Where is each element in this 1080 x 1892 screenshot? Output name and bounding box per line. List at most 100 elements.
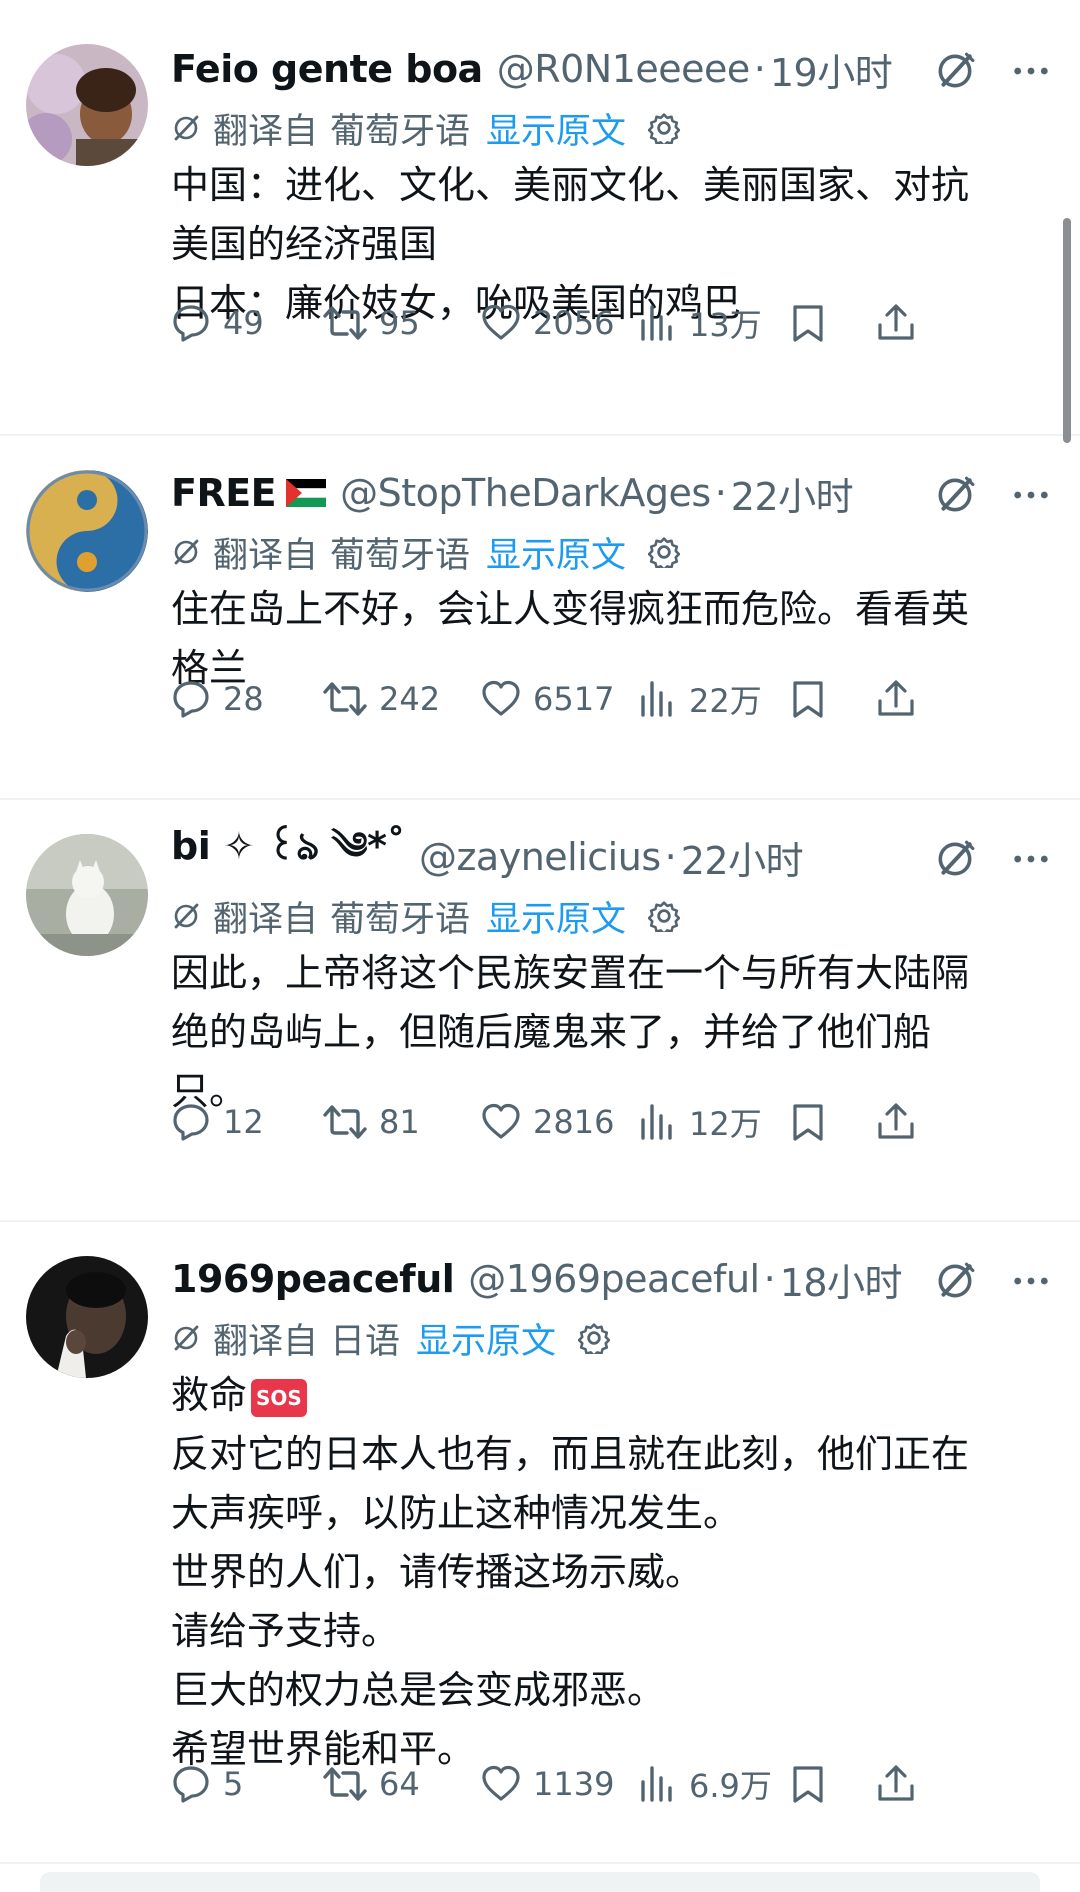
separator-dot: ·: [664, 835, 677, 879]
retweet-count: 81: [379, 1103, 420, 1141]
heart-icon: [481, 1102, 521, 1142]
translated-from-label: 翻译自: [213, 1321, 319, 1362]
share-icon: [876, 1102, 916, 1142]
grok-icon[interactable]: [934, 474, 976, 516]
heart-icon: [481, 679, 521, 719]
separator-dot: ·: [714, 471, 727, 515]
share-icon: [876, 1764, 916, 1804]
user-handle[interactable]: @1969peaceful: [468, 1257, 760, 1301]
translation-notice: 翻译自 日语 显示原文: [171, 1312, 610, 1364]
avatar[interactable]: [26, 470, 148, 592]
retweet-button[interactable]: 64: [323, 1754, 420, 1814]
show-original-link[interactable]: 显示原文: [486, 527, 626, 578]
retweet-button[interactable]: 242: [323, 669, 440, 729]
gear-icon[interactable]: [648, 536, 680, 568]
text-line: 住在岛上不好，会让人变得疯狂而危险。看看英: [171, 587, 970, 631]
bookmark-button[interactable]: [790, 1092, 826, 1152]
tweet[interactable]: 1969peaceful @1969peaceful · 18小时 翻译自 日语…: [0, 1222, 1080, 1862]
palestine-flag-icon: [286, 479, 327, 507]
timestamp[interactable]: 18小时: [780, 1252, 903, 1307]
retweet-count: 242: [379, 680, 441, 718]
text-line: 世界的人们，请传播这场示威。: [171, 1550, 704, 1594]
share-button[interactable]: [876, 1754, 916, 1814]
gear-icon[interactable]: [648, 112, 680, 144]
tweet[interactable]: bi ✧ ꒰ঌ ༄*˚ @zaynelicius · 22小时 翻译自 葡萄牙语…: [0, 800, 1080, 1220]
share-button[interactable]: [876, 669, 916, 729]
more-options-icon[interactable]: [1012, 1275, 1050, 1287]
translate-icon: [171, 901, 201, 931]
views-icon: [637, 1764, 677, 1804]
text-line: 绝的岛屿上，但随后魔鬼来了，并给了他们船: [171, 1010, 932, 1054]
like-button[interactable]: 6517: [481, 669, 614, 729]
user-handle[interactable]: @R0N1eeeee: [497, 47, 751, 91]
timestamp[interactable]: 22小时: [731, 466, 854, 521]
like-button[interactable]: 2816: [481, 1092, 614, 1152]
timestamp[interactable]: 22小时: [681, 830, 804, 885]
avatar[interactable]: [26, 1256, 148, 1378]
action-bar: 49 95 2056 13万: [171, 293, 1050, 353]
display-name[interactable]: FREE: [171, 471, 277, 515]
show-original-link[interactable]: 显示原文: [486, 103, 626, 154]
share-button[interactable]: [876, 293, 916, 353]
avatar[interactable]: [26, 44, 148, 166]
display-name[interactable]: Feio gente boa: [171, 47, 483, 91]
retweet-icon: [323, 303, 367, 343]
reply-icon: [171, 679, 211, 719]
grok-icon[interactable]: [934, 838, 976, 880]
display-name[interactable]: 1969peaceful: [171, 1257, 455, 1301]
source-language: 日语: [330, 1321, 401, 1362]
scrollbar[interactable]: [1063, 218, 1071, 443]
tweet[interactable]: FREE @StopTheDarkAges · 22小时 翻译自 葡萄牙语 显示…: [0, 436, 1080, 798]
like-count: 1139: [533, 1765, 615, 1803]
more-options-icon[interactable]: [1012, 853, 1050, 865]
text-line: 中国：进化、文化、美丽文化、美丽国家、对抗: [171, 163, 970, 207]
views-button[interactable]: 12万: [637, 1092, 762, 1152]
gear-icon[interactable]: [578, 1322, 610, 1354]
bookmark-button[interactable]: [790, 1754, 826, 1814]
show-original-link[interactable]: 显示原文: [486, 891, 626, 942]
bookmark-icon: [790, 679, 826, 719]
action-bar: 28 242 6517 22万: [171, 669, 1050, 729]
bookmark-button[interactable]: [790, 669, 826, 729]
retweet-icon: [323, 1102, 367, 1142]
heart-icon: [481, 303, 521, 343]
like-button[interactable]: 2056: [481, 293, 614, 353]
tweet[interactable]: Feio gente boa @R0N1eeeee · 19小时 翻译自 葡萄牙…: [0, 0, 1080, 434]
share-icon: [876, 303, 916, 343]
user-handle[interactable]: @zaynelicius: [419, 835, 661, 879]
reply-count: 28: [223, 680, 264, 718]
separator-dot: ·: [763, 1257, 776, 1301]
view-count: 6.9万: [689, 1767, 772, 1805]
view-count: 22万: [689, 682, 762, 720]
show-original-link[interactable]: 显示原文: [416, 1313, 556, 1364]
grok-icon[interactable]: [934, 50, 976, 92]
translated-from-label: 翻译自: [213, 111, 319, 152]
timestamp[interactable]: 19小时: [770, 42, 893, 97]
more-options-icon[interactable]: [1012, 65, 1050, 77]
retweet-button[interactable]: 81: [323, 1092, 420, 1152]
like-button[interactable]: 1139: [481, 1754, 614, 1814]
views-button[interactable]: 13万: [637, 293, 762, 353]
bookmark-icon: [790, 1764, 826, 1804]
more-options-icon[interactable]: [1012, 489, 1050, 501]
bookmark-icon: [790, 303, 826, 343]
gear-icon[interactable]: [648, 900, 680, 932]
views-button[interactable]: 6.9万: [637, 1754, 772, 1814]
share-icon: [876, 679, 916, 719]
reply-button[interactable]: 28: [171, 669, 264, 729]
composer-bar-edge: [40, 1872, 1040, 1892]
reply-button[interactable]: 49: [171, 293, 264, 353]
retweet-button[interactable]: 95: [323, 293, 420, 353]
avatar[interactable]: [26, 834, 148, 956]
user-handle[interactable]: @StopTheDarkAges: [340, 471, 711, 515]
divider: [0, 1862, 1080, 1864]
bookmark-button[interactable]: [790, 293, 826, 353]
grok-icon[interactable]: [934, 1260, 976, 1302]
text-line: 大声疾呼，以防止这种情况发生。: [171, 1491, 742, 1535]
views-button[interactable]: 22万: [637, 669, 762, 729]
translated-from-label: 翻译自: [213, 899, 319, 940]
share-button[interactable]: [876, 1092, 916, 1152]
retweet-icon: [323, 679, 367, 719]
reply-button[interactable]: 5: [171, 1754, 243, 1814]
reply-button[interactable]: 12: [171, 1092, 264, 1152]
